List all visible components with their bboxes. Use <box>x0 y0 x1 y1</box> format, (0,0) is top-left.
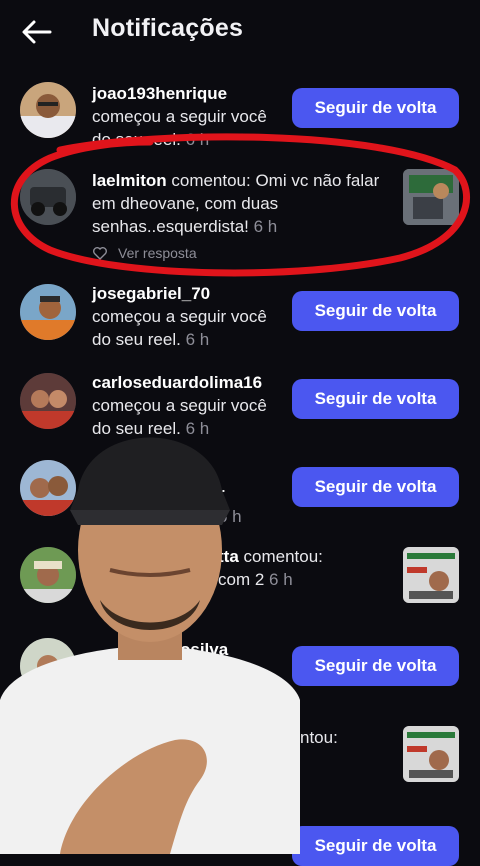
reply-row[interactable]: ta <box>190 599 202 615</box>
reel-thumbnail[interactable] <box>403 726 459 782</box>
notification-body: começou a seguir você do seu reel. <box>92 396 267 438</box>
notification-row[interactable]: osilva Seguir de volta <box>0 636 480 706</box>
notification-text: r 6 h <box>218 482 278 528</box>
timestamp: 6 h <box>185 330 210 349</box>
notification-row[interactable]: laelmiton comentou: Omi vc não falar em … <box>0 165 480 265</box>
timestamp: 6 h <box>185 130 210 149</box>
notification-row[interactable]: Seguir de volta <box>0 816 480 866</box>
comment-text: ntou: <box>300 728 338 747</box>
follow-back-button[interactable]: Seguir de volta <box>292 646 459 686</box>
timestamp: 6 h <box>253 217 278 236</box>
comment-text-continued: com 2 <box>218 570 265 589</box>
view-reply-link[interactable]: Ver resposta <box>118 245 197 261</box>
username[interactable]: carloseduardolima16 <box>92 373 262 392</box>
notification-body: começou a seguir você do seu reel. <box>92 307 267 349</box>
notification-text: laelmiton comentou: Omi vc não falar em … <box>92 169 382 238</box>
notification-text: osilva <box>180 638 280 661</box>
comment-text: comentou: <box>243 547 323 566</box>
avatar[interactable] <box>20 547 76 603</box>
notification-row[interactable]: tta comentou: com 2 6 h ta <box>0 545 480 625</box>
notification-text: carloseduardolima16 começou a seguir voc… <box>92 371 282 440</box>
avatar[interactable] <box>20 284 76 340</box>
timestamp: 6 h <box>269 570 293 589</box>
avatar[interactable] <box>20 373 76 429</box>
avatar[interactable] <box>20 82 76 138</box>
timestamp: 6 h <box>185 419 210 438</box>
notification-text: tta comentou: com 2 6 h <box>218 545 368 591</box>
view-reply-link[interactable]: ta <box>190 599 202 615</box>
notification-body: começou a seguir você do seu reel. <box>92 107 267 149</box>
heart-icon[interactable] <box>92 245 108 261</box>
notification-row[interactable]: josegabriel_70 começou a seguir você do … <box>0 282 480 352</box>
reel-thumbnail[interactable] <box>403 547 459 603</box>
reel-thumbnail[interactable] <box>403 169 459 225</box>
notification-row[interactable]: ntou: <box>0 724 480 794</box>
avatar[interactable] <box>20 460 76 516</box>
username[interactable]: joao193henrique <box>92 84 227 103</box>
avatar[interactable] <box>20 638 76 694</box>
username[interactable]: osilva <box>180 640 228 659</box>
page-title: Notificações <box>92 14 244 42</box>
follow-back-button[interactable]: Seguir de volta <box>292 291 459 331</box>
username[interactable]: tta <box>218 547 239 566</box>
follow-back-button[interactable]: Seguir de volta <box>292 379 459 419</box>
notification-text: josegabriel_70 começou a seguir você do … <box>92 282 282 351</box>
notification-text: joao193henrique começou a seguir você do… <box>92 82 282 151</box>
follow-back-button[interactable]: Seguir de volta <box>292 88 459 128</box>
username[interactable]: josegabriel_70 <box>92 284 210 303</box>
notification-row[interactable]: joao193henrique começou a seguir você do… <box>0 78 480 151</box>
header: Notificações <box>0 0 480 62</box>
follow-back-button[interactable]: Seguir de volta <box>292 467 459 507</box>
avatar[interactable] <box>20 169 76 225</box>
notification-text: ntou: <box>300 726 360 749</box>
notification-row[interactable]: r 6 h Seguir de volta <box>0 458 480 528</box>
notification-row[interactable]: carloseduardolima16 começou a seguir voc… <box>0 371 480 441</box>
follow-back-button[interactable]: Seguir de volta <box>292 826 459 866</box>
reply-row[interactable]: Ver resposta <box>92 245 197 261</box>
username[interactable]: laelmiton <box>92 171 167 190</box>
username[interactable]: r <box>218 484 225 503</box>
timestamp: 6 h <box>218 507 242 526</box>
arrow-left-icon[interactable] <box>18 14 54 50</box>
